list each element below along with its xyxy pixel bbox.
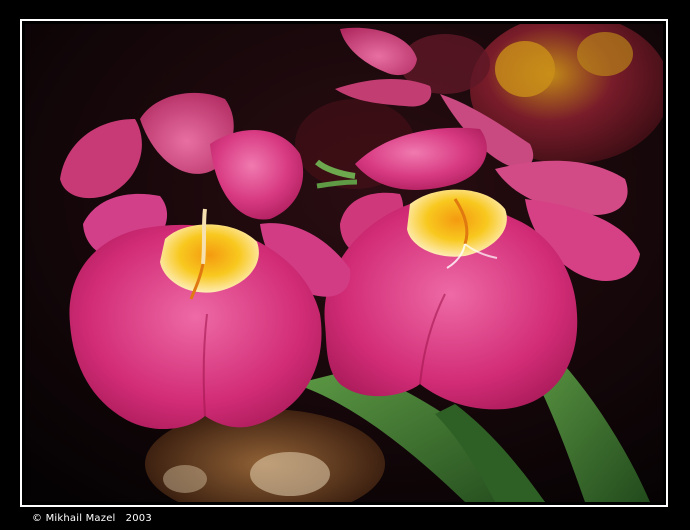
orchid-photo — [25, 24, 663, 502]
copyright-icon: © — [32, 513, 43, 524]
photo-caption: © Mikhail Mazel 2003 — [32, 513, 152, 524]
photo-frame: © Mikhail Mazel 2003 — [0, 0, 690, 530]
photo-year: 2003 — [125, 513, 152, 524]
orchid-illustration — [25, 24, 663, 502]
author-name: Mikhail Mazel — [45, 513, 116, 524]
